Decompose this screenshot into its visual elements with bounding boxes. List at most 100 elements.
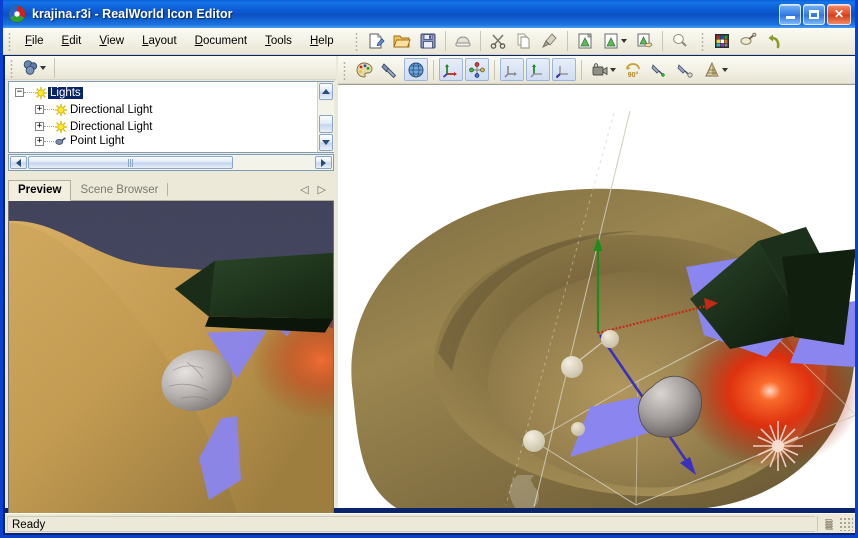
sun-light-icon [34,86,48,99]
axis-x-icon[interactable] [500,58,524,81]
axis-y-icon[interactable] [526,58,550,81]
cut-scissors-icon[interactable] [486,30,510,53]
menu-layout[interactable]: Layout [133,31,186,51]
window-title: krajina.r3i - RealWorld Icon Editor [32,7,233,21]
expand-expander-icon[interactable]: + [35,122,44,131]
scroll-left-button[interactable] [10,156,27,169]
toolbar-gripper[interactable] [352,31,360,51]
eyedropper-icon[interactable] [736,30,760,53]
main-toolbar [363,28,787,55]
svg-text:90°: 90° [628,71,639,79]
remove-light-icon[interactable] [673,58,697,81]
rotate-90-icon[interactable]: 90° [621,58,645,81]
tree-node-directional-light-2[interactable]: + Directional Light [9,118,317,135]
tab-next-icon[interactable]: ▷ [318,183,326,196]
menu-document[interactable]: Document [186,31,256,51]
chevron-down-icon[interactable] [621,39,628,43]
tree-label: Point Light [70,135,125,147]
tree-label: Directional Light [70,120,153,133]
krajina-terrain-preview [9,201,333,518]
add-image-icon[interactable] [573,30,597,53]
gizmo-origin-handle [561,356,583,378]
tree-label: Lights [48,86,83,99]
tree-node-directional-light-1[interactable]: + Directional Light [9,101,317,118]
color-palette-icon[interactable] [352,58,376,81]
tree-label: Directional Light [70,103,153,116]
menu-file[interactable]: File [16,31,53,51]
window-controls: ✕ [779,3,851,25]
point-light-icon [55,137,66,145]
resize-grip-icon[interactable] [839,516,853,531]
menu-edit[interactable]: Edit [53,31,91,51]
scroll-down-button[interactable] [319,134,333,151]
viewport-pane: 90° [338,56,855,508]
menu-tools[interactable]: Tools [256,31,301,51]
chevron-down-icon[interactable] [40,65,46,70]
scene-tree-rows: − Lights + Directional Light + Direction… [9,82,317,152]
gradient-cone-icon[interactable] [699,58,731,81]
move-axis-icon[interactable] [439,58,463,81]
palette-toolbar-gripper[interactable] [698,31,706,51]
status-text: Ready [7,515,815,532]
3d-scene-render [338,85,855,508]
gizmo-handle [601,330,619,348]
scroll-thumb[interactable] [319,115,333,133]
axis-z-icon[interactable] [552,58,576,81]
menu-view[interactable]: View [90,31,133,51]
menu-gripper[interactable] [6,31,13,51]
stack-icon[interactable] [817,515,839,532]
tree-vertical-scrollbar[interactable] [317,82,334,152]
chevron-down-icon[interactable] [609,67,616,72]
hscroll-thumb[interactable] [28,156,233,169]
node-handle-1 [523,430,545,452]
globe-icon[interactable] [404,58,428,81]
image-format-icon[interactable] [599,30,631,53]
left-toolbar-gripper[interactable] [8,57,15,78]
sun-light-icon [54,120,68,133]
open-folder-icon[interactable] [390,30,414,53]
menu-help[interactable]: Help [301,31,343,51]
collapse-expander-icon[interactable]: − [15,88,24,97]
tab-prev-icon[interactable]: ◁ [300,183,308,196]
viewport-toolbar: 90° [338,56,855,84]
add-light-icon[interactable] [647,58,671,81]
tree-node-lights[interactable]: − Lights [9,84,317,101]
left-panel: − Lights + Directional Light + Direction… [5,56,336,519]
scroll-track[interactable] [318,101,334,133]
viewport-toolbar-gripper[interactable] [341,59,348,80]
maximize-button[interactable] [803,3,825,25]
tab-scene-browser[interactable]: Scene Browser [71,181,167,200]
close-button[interactable]: ✕ [827,3,851,25]
expand-expander-icon[interactable]: + [35,105,44,114]
objects-icon[interactable] [19,56,49,79]
new-document-icon[interactable] [364,30,388,53]
scroll-up-button[interactable] [319,83,333,100]
status-bar: Ready [5,513,855,533]
apply-image-icon[interactable] [633,30,657,53]
palette-grid-icon[interactable] [710,30,734,53]
copy-pages-icon[interactable] [512,30,536,53]
scale-nodes-icon[interactable] [465,58,489,81]
undo-arrow-icon[interactable] [762,30,786,53]
minimize-button[interactable] [779,3,801,25]
tree-horizontal-scrollbar[interactable] [8,154,334,171]
scene-tree-view[interactable]: − Lights + Directional Light + Direction… [8,81,334,153]
scroll-right-button[interactable] [315,156,332,169]
sun-light-icon [54,103,68,116]
tree-node-point-light[interactable]: + Point Light [9,135,317,147]
print-icon[interactable] [451,30,475,53]
application-window: krajina.r3i - RealWorld Icon Editor ✕ Fi… [0,0,858,538]
preview-render[interactable] [8,201,334,519]
left-panel-toolbar [5,56,336,80]
chevron-down-icon[interactable] [721,67,728,72]
paste-brush-icon[interactable] [538,30,562,53]
title-bar: krajina.r3i - RealWorld Icon Editor ✕ [3,0,855,28]
expand-expander-icon[interactable]: + [35,136,44,146]
tab-nav: ◁ ▷ [300,183,334,196]
bulb-icon[interactable] [668,30,692,53]
save-floppy-icon[interactable] [416,30,440,53]
camera-icon[interactable] [587,58,619,81]
flashlight-icon[interactable] [378,58,402,81]
3d-scene-viewport[interactable] [338,84,855,508]
tab-preview[interactable]: Preview [8,180,72,201]
